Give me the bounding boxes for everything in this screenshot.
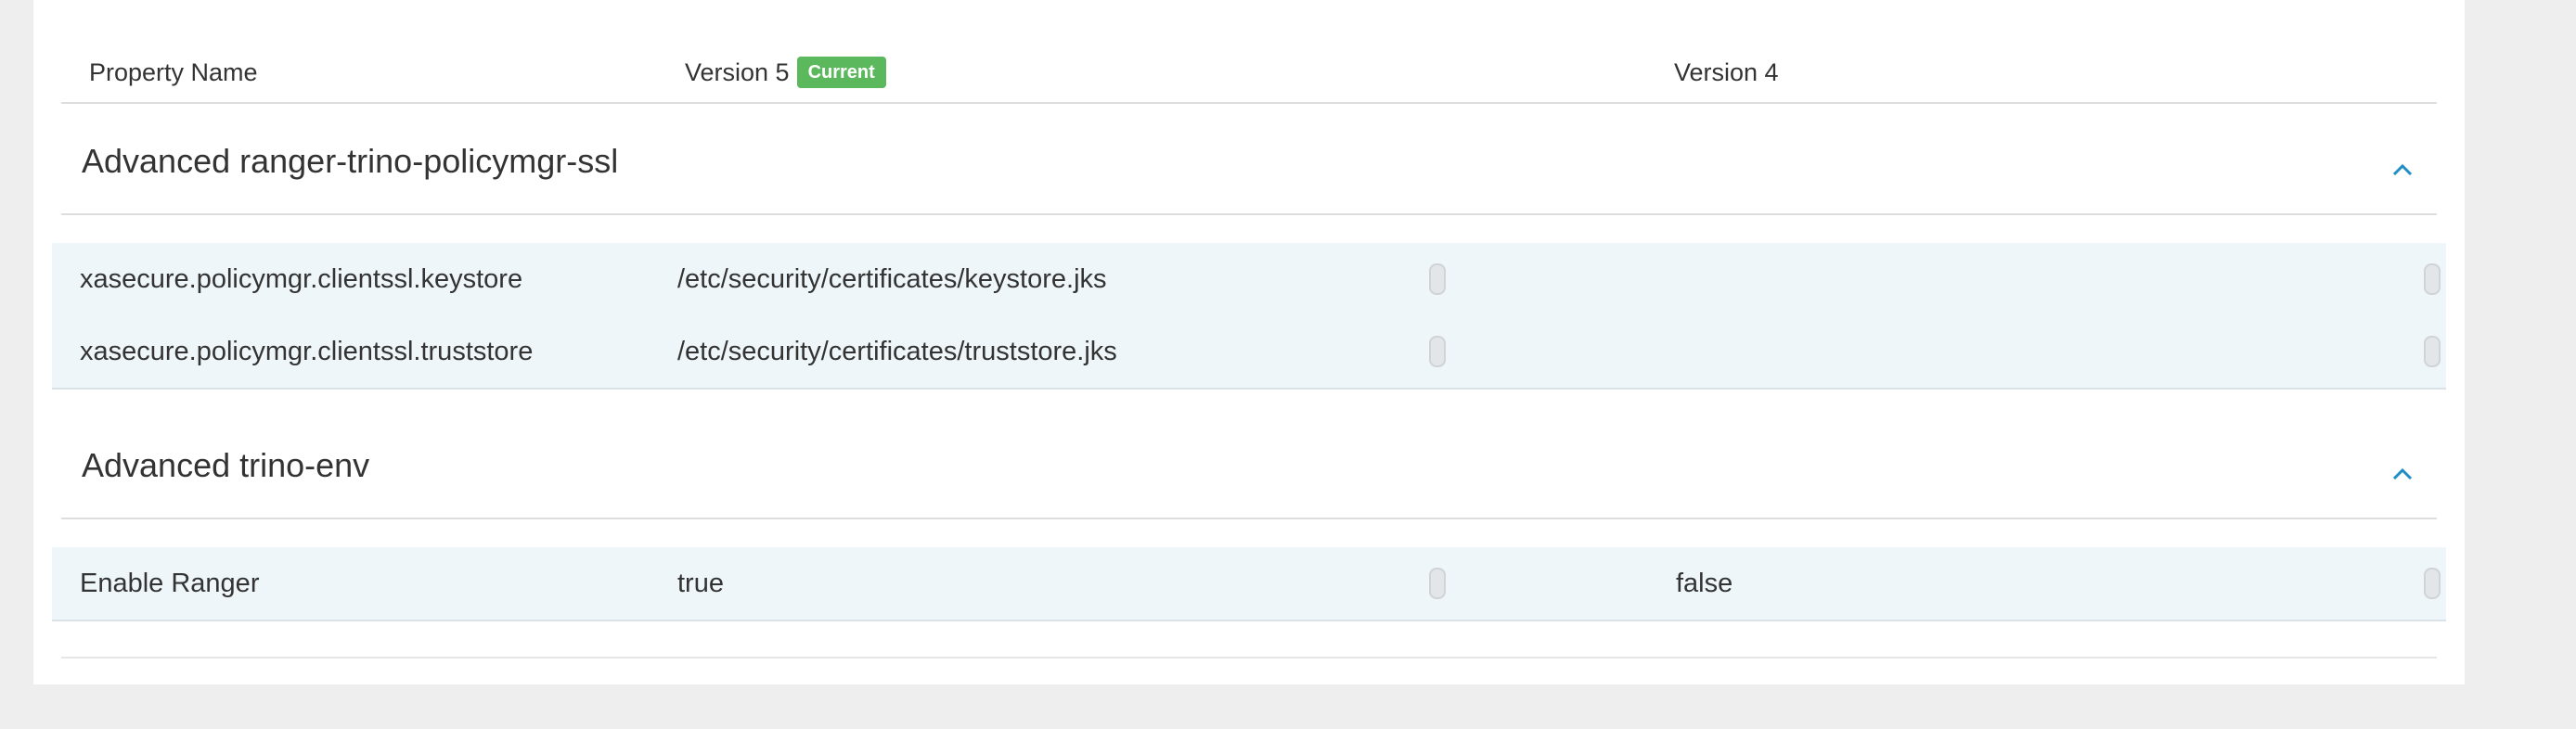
compare-table-header: Property Name Version 5 Current Version …: [61, 48, 2437, 104]
header-version-previous: Version 4: [1674, 58, 1779, 86]
config-compare-panel: Property Name Version 5 Current Version …: [33, 0, 2465, 684]
drag-handle-icon[interactable]: [1429, 336, 1446, 367]
drag-handle-icon[interactable]: [2424, 336, 2441, 367]
table-row: xasecure.policymgr.clientssl.truststore …: [52, 315, 2446, 390]
table-bottom-divider: [61, 657, 2437, 659]
version-current-value: /etc/security/certificates/truststore.jk…: [677, 337, 1117, 366]
table-row: xasecure.policymgr.clientssl.keystore /e…: [52, 243, 2446, 317]
chevron-up-icon[interactable]: [2389, 460, 2416, 488]
table-row: Enable Ranger true false: [52, 547, 2446, 621]
header-version-current: Version 5 Current: [685, 56, 886, 89]
drag-handle-icon[interactable]: [2424, 263, 2441, 295]
version-current-value: true: [677, 569, 724, 598]
section-header-ranger-ssl[interactable]: Advanced ranger-trino-policymgr-ssl: [61, 104, 2437, 215]
property-name-cell: xasecure.policymgr.clientssl.truststore: [80, 337, 534, 366]
property-name-cell: xasecure.policymgr.clientssl.keystore: [80, 264, 523, 294]
header-property-name: Property Name: [89, 58, 258, 86]
section-title: Advanced ranger-trino-policymgr-ssl: [82, 142, 619, 180]
drag-handle-icon[interactable]: [1429, 263, 1446, 295]
version-current-value: /etc/security/certificates/keystore.jks: [677, 264, 1107, 294]
version-previous-value: false: [1676, 569, 1733, 598]
current-badge: Current: [796, 57, 886, 88]
drag-handle-icon[interactable]: [2424, 568, 2441, 599]
chevron-up-icon[interactable]: [2389, 156, 2416, 184]
property-name-cell: Enable Ranger: [80, 569, 260, 598]
drag-handle-icon[interactable]: [1429, 568, 1446, 599]
section-header-trino-env[interactable]: Advanced trino-env: [61, 408, 2437, 519]
header-version-current-label: Version 5: [685, 58, 790, 86]
section-title: Advanced trino-env: [82, 446, 370, 484]
